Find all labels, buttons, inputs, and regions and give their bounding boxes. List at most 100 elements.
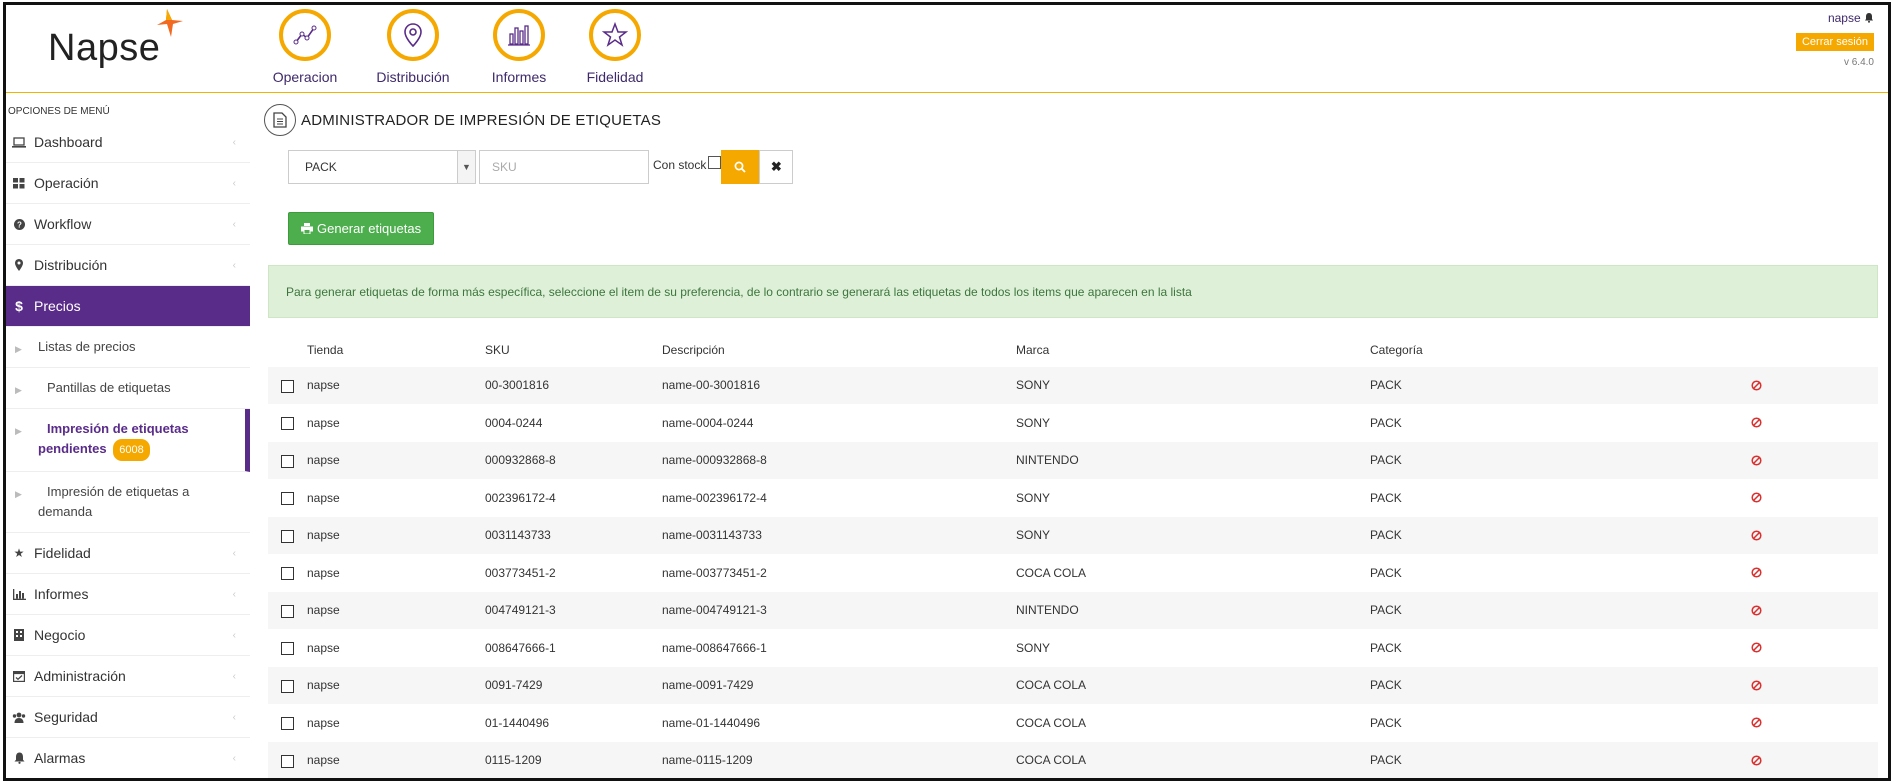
sidebar-item-negocio[interactable]: Negocio ‹ (6, 615, 250, 656)
column-header-sku[interactable]: SKU (485, 343, 662, 357)
remove-row-button[interactable] (1726, 380, 1786, 391)
row-checkbox[interactable] (281, 567, 294, 581)
category-select[interactable]: PACK ▼ (288, 150, 476, 184)
sidebar-item-fidelidad[interactable]: ★ Fidelidad ‹ (6, 533, 250, 574)
sidebar-item-dashboard[interactable]: Dashboard ‹ (6, 122, 250, 163)
cell-descripcion: name-008647666-1 (662, 640, 767, 655)
remove-row-button[interactable] (1726, 717, 1786, 728)
page-title: ADMINISTRADOR DE IMPRESIÓN DE ETIQUETAS (301, 111, 662, 129)
cell-marca: NINTENDO (1016, 603, 1079, 618)
column-header-categoria[interactable]: Categoría (1370, 343, 1726, 357)
row-checkbox[interactable] (281, 379, 294, 393)
row-checkbox[interactable] (281, 754, 294, 768)
remove-row-button[interactable] (1726, 492, 1786, 503)
row-checkbox[interactable] (281, 679, 294, 693)
cell-sku: 01-1440496 (485, 715, 550, 730)
table-row[interactable]: napse 0031143733 name-0031143733 SONY PACK (268, 516, 1878, 554)
nav-distribucion[interactable]: Distribución (363, 9, 463, 85)
cell-categoria: PACK (1370, 715, 1402, 730)
row-checkbox[interactable] (281, 417, 294, 431)
cell-descripcion: name-0031143733 (662, 528, 762, 543)
ban-icon (1750, 642, 1762, 653)
nav-informes[interactable]: Informes (469, 9, 569, 85)
row-checkbox-cell (268, 453, 307, 468)
sidebar-item-operacion[interactable]: Operación ‹ (6, 163, 250, 204)
cell-marca: COCA COLA (1016, 715, 1087, 730)
column-header-descripcion[interactable]: Descripción (662, 343, 1016, 357)
sidebar-item-alarmas[interactable]: Alarmas ‹ (6, 738, 250, 778)
cell-descripcion: name-00-3001816 (662, 378, 761, 393)
table-row[interactable]: napse 0115-1209 name-0115-1209 COCA COLA PAC… (268, 741, 1878, 778)
sidebar-subitem-listas-precios[interactable]: ▶ Listas de precios (6, 327, 250, 368)
dollar-icon: $ (15, 298, 23, 314)
sidebar-item-workflow[interactable]: ? Workflow ‹ (6, 204, 250, 245)
row-checkbox-cell (268, 528, 307, 543)
column-header-tienda[interactable]: Tienda (307, 343, 485, 357)
cell-categoria: PACK (1370, 753, 1402, 768)
sidebar-item-administracion[interactable]: Administración ‹ (6, 656, 250, 697)
table-row[interactable]: napse 01-1440496 name-01-1440496 COCA COLA P… (268, 703, 1878, 742)
row-checkbox[interactable] (281, 604, 294, 618)
nav-operacion[interactable]: Operacion (255, 9, 355, 85)
logout-button[interactable]: Cerrar sesión (1795, 33, 1874, 51)
row-checkbox[interactable] (281, 717, 294, 731)
sidebar-subitem-label: Impresión de etiquetas a (47, 484, 190, 499)
caret-right-icon: ▶ (15, 385, 22, 395)
search-button[interactable] (721, 150, 760, 184)
table-row[interactable]: napse 003773451-2 name-003773451-2 COCA COL… (268, 553, 1878, 592)
remove-row-button[interactable] (1726, 567, 1786, 578)
clear-button[interactable]: ✖ (759, 150, 794, 184)
row-checkbox[interactable] (281, 492, 294, 506)
sidebar-item-precios[interactable]: $ Precios (6, 286, 250, 327)
remove-row-button[interactable] (1726, 680, 1786, 691)
sku-input[interactable] (479, 150, 649, 184)
sidebar-item-label: Distribución (34, 257, 108, 273)
sidebar-item-distribucion[interactable]: Distribución ‹ (6, 245, 250, 286)
info-alert-text: Para generar etiquetas de forma más espe… (286, 284, 1192, 299)
generate-labels-label: Generar etiquetas (317, 221, 422, 236)
table-row[interactable]: napse 002396172-4 name-002396172-4 SONY PACK (268, 478, 1878, 517)
row-checkbox[interactable] (281, 454, 294, 468)
filter-bar: PACK ▼ Con stock ✖ (288, 150, 794, 184)
user-menu[interactable]: napse (1796, 11, 1874, 25)
cell-descripcion: name-01-1440496 (662, 715, 761, 730)
sidebar-subitem-impresion-demanda[interactable]: ▶ Impresión de etiquetas a demanda (6, 472, 250, 533)
remove-row-button[interactable] (1726, 417, 1786, 428)
chevron-down-icon[interactable]: ▼ (457, 151, 475, 183)
remove-row-button[interactable] (1726, 755, 1786, 766)
cell-tienda: napse (307, 415, 340, 430)
table-row[interactable]: napse 0091-7429 name-0091-7429 COCA COLA PAC… (268, 666, 1878, 704)
sidebar-item-seguridad[interactable]: Seguridad ‹ (6, 697, 250, 738)
generate-labels-button[interactable]: Generar etiquetas (288, 212, 435, 245)
table-row[interactable]: napse 000932868-8 name-000932868-8 NINTENDO… (268, 441, 1878, 479)
nav-distribucion-label: Distribución (376, 69, 450, 85)
bell-icon (10, 752, 28, 764)
ban-icon (1750, 755, 1762, 766)
napse-logo[interactable]: Napse (48, 27, 160, 70)
cell-categoria: PACK (1370, 565, 1402, 580)
column-header-marca[interactable]: Marca (1016, 343, 1370, 357)
print-icon (301, 223, 313, 234)
row-checkbox[interactable] (281, 529, 294, 543)
remove-row-button[interactable] (1726, 605, 1786, 616)
remove-row-button[interactable] (1726, 530, 1786, 541)
cell-categoria: PACK (1370, 415, 1402, 430)
remove-row-button[interactable] (1726, 455, 1786, 466)
remove-row-button[interactable] (1726, 642, 1786, 653)
document-icon (264, 104, 296, 136)
table-row[interactable]: napse 008647666-1 name-008647666-1 SONY PACK (268, 628, 1878, 667)
nav-fidelidad-label: Fidelidad (586, 69, 644, 85)
sidebar-subitem-plantillas[interactable]: ▶ Pantillas de etiquetas (6, 368, 250, 409)
nav-fidelidad[interactable]: Fidelidad (565, 9, 665, 85)
sidebar-item-informes[interactable]: Informes ‹ (6, 574, 250, 615)
cell-categoria: PACK (1370, 678, 1402, 693)
sidebar-subitem-impresion-pendientes[interactable]: ▶ Impresión de etiquetas pendientes 6008 (6, 409, 250, 472)
stock-checkbox[interactable] (708, 156, 722, 169)
table-row[interactable]: napse 004749121-3 name-004749121-3 NINTENDO… (268, 591, 1878, 629)
table-row[interactable]: napse 0004-0244 name-0004-0244 SONY PACK (268, 403, 1878, 442)
cell-tienda: napse (307, 565, 340, 580)
table-row[interactable]: napse 00-3001816 name-00-3001816 SONY PACK (268, 366, 1878, 404)
row-checkbox[interactable] (281, 642, 294, 656)
svg-text:?: ? (17, 220, 22, 229)
bell-icon[interactable] (1864, 12, 1874, 23)
